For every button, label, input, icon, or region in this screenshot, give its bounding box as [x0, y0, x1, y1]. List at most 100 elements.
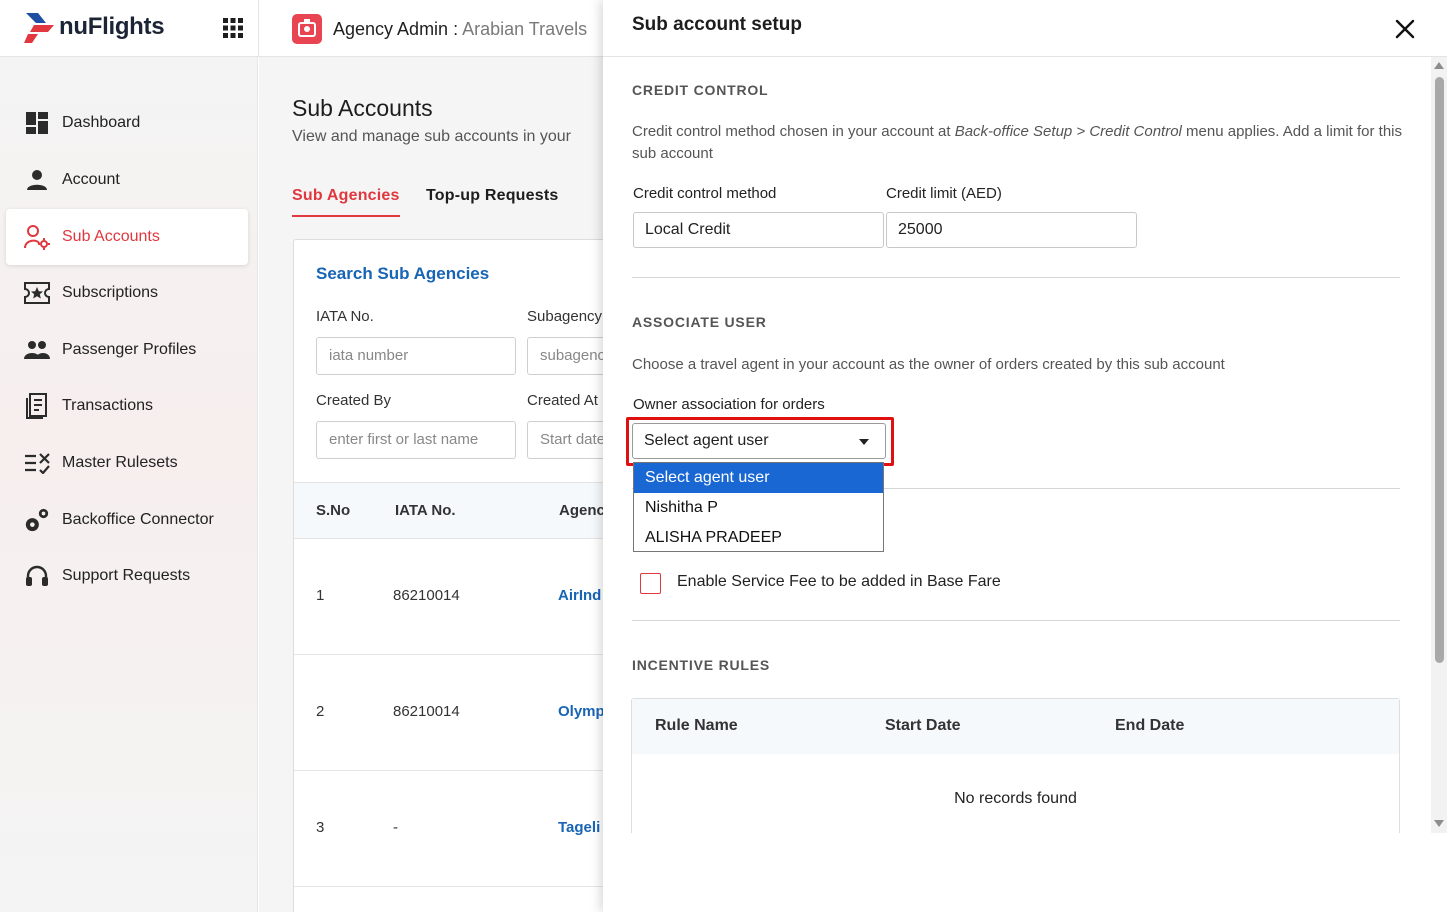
row-iata: - [393, 819, 398, 836]
agency-org-name: Arabian Travels [462, 19, 588, 39]
sidebar-item-label: Support Requests [62, 567, 191, 584]
people-icon [24, 337, 50, 363]
credit-limit-label: Credit limit (AED) [886, 185, 1002, 202]
service-fee-checkbox[interactable] [640, 573, 661, 594]
column-header-end-date: End Date [1115, 717, 1185, 734]
tab-top-up-requests[interactable]: Top-up Requests [426, 187, 558, 205]
sidebar-item-label: Subscriptions [62, 284, 159, 301]
credit-limit-input[interactable]: 25000 [886, 212, 1137, 248]
brand-logo[interactable]: nuFlights [24, 10, 165, 44]
dashboard-icon [24, 110, 50, 136]
sub-account-setup-drawer: Sub account setup CREDIT CONTROL Credit … [603, 0, 1447, 912]
ticket-star-icon [24, 280, 50, 306]
row-sno: 2 [316, 703, 325, 720]
page-title: Sub Accounts [292, 95, 433, 121]
incentive-table-header: Rule Name Start Date End Date [632, 699, 1399, 754]
drawer-scrollbar[interactable] [1431, 57, 1447, 833]
headset-icon [24, 563, 50, 589]
gears-icon [24, 507, 50, 533]
credit-control-section-title: CREDIT CONTROL [632, 82, 769, 98]
table-row: 2 86210014 Olymp [294, 655, 603, 771]
checklist-icon [24, 450, 50, 476]
scrollbar-thumb[interactable] [1435, 77, 1444, 663]
section-divider [632, 620, 1400, 621]
sub-accounts-icon [24, 224, 50, 250]
brand-name: nuFlights [59, 13, 165, 40]
search-card-title: Search Sub Agencies [316, 264, 490, 283]
service-fee-checkbox-label: Enable Service Fee to be added in Base F… [677, 573, 1001, 590]
scroll-down-arrow-icon[interactable] [1434, 820, 1444, 827]
owner-association-label: Owner association for orders [633, 396, 825, 413]
sidebar-item-label: Account [62, 171, 120, 188]
created-at-label: Created At [527, 392, 598, 409]
subagency-input[interactable]: subagenc [527, 337, 603, 375]
row-agency-link[interactable]: Olymp [558, 703, 603, 720]
header-divider [258, 0, 259, 57]
table-row: 1 86210014 AirInd [294, 539, 603, 655]
created-by-input[interactable]: enter first or last name [316, 421, 516, 459]
agent-user-select[interactable]: Select agent user [632, 423, 886, 459]
sidebar-item-backoffice-connector[interactable]: Backoffice Connector [6, 492, 248, 548]
agent-user-select-value: Select agent user [644, 432, 769, 449]
agency-admin-label: Agency Admin [333, 19, 449, 39]
sidebar-item-transactions[interactable]: Transactions [6, 378, 248, 434]
credit-method-field[interactable]: Local Credit [633, 212, 884, 248]
sidebar-item-passenger-profiles[interactable]: Passenger Profiles [6, 322, 248, 378]
iata-label: IATA No. [316, 308, 374, 325]
tab-sub-agencies[interactable]: Sub Agencies [292, 187, 400, 217]
sidebar-item-label: Transactions [62, 397, 153, 414]
column-header-rule-name: Rule Name [655, 717, 738, 734]
sidebar-item-subscriptions[interactable]: Subscriptions [6, 265, 248, 321]
sidebar-item-sub-accounts[interactable]: Sub Accounts [6, 209, 248, 265]
row-iata: 86210014 [393, 703, 460, 720]
dropdown-option-alisha-pradeep[interactable]: ALISHA PRADEEP [634, 523, 883, 553]
sidebar-item-label: Master Rulesets [62, 454, 178, 471]
agency-admin-icon [292, 14, 322, 44]
created-at-input[interactable]: Start date [527, 421, 603, 459]
associate-user-section-title: ASSOCIATE USER [632, 314, 767, 330]
column-header-agency: Agenc [559, 502, 603, 519]
person-icon [24, 167, 50, 193]
table-row: 3 - Tageli [294, 771, 603, 887]
credit-method-label: Credit control method [633, 185, 777, 202]
column-header-sno: S.No [316, 502, 351, 519]
row-agency-link[interactable]: AirInd [558, 587, 601, 604]
iata-input[interactable]: iata number [316, 337, 516, 375]
incentive-rules-section-title: INCENTIVE RULES [632, 657, 771, 673]
sidebar-item-dashboard[interactable]: Dashboard [6, 95, 248, 151]
sidebar-item-label: Dashboard [62, 114, 141, 131]
associate-user-description: Choose a travel agent in your account as… [632, 356, 1225, 373]
drawer-title: Sub account setup [632, 14, 802, 35]
incentive-rules-table: Rule Name Start Date End Date No records… [631, 698, 1400, 833]
drawer-body: CREDIT CONTROL Credit control method cho… [603, 57, 1433, 833]
scroll-up-arrow-icon[interactable] [1434, 62, 1444, 69]
table-header: S.No IATA No. Agenc [294, 482, 603, 539]
sidebar-item-label: Sub Accounts [62, 228, 160, 245]
dropdown-option-nishitha-p[interactable]: Nishitha P [634, 493, 883, 523]
dropdown-option-select-agent-user[interactable]: Select agent user [634, 463, 883, 493]
sidebar-item-master-rulesets[interactable]: Master Rulesets [6, 435, 248, 491]
credit-desc-path: Back-office Setup > Credit Control [954, 123, 1182, 140]
close-icon[interactable] [1393, 17, 1417, 41]
created-by-label: Created By [316, 392, 392, 409]
agency-admin-title: Agency Admin : Arabian Travels [333, 19, 587, 40]
receipt-icon [24, 393, 50, 419]
nuflights-logo-icon [24, 13, 54, 43]
agent-user-dropdown: Select agent user Nishitha P ALISHA PRAD… [633, 462, 884, 552]
row-agency-link[interactable]: Tageli [558, 819, 600, 836]
column-header-start-date: Start Date [885, 717, 961, 734]
credit-desc-prefix: Credit control method chosen in your acc… [632, 123, 955, 140]
row-iata: 86210014 [393, 587, 460, 604]
apps-grid-icon[interactable] [223, 18, 243, 38]
sidebar-item-account[interactable]: Account [6, 152, 248, 208]
credit-control-description: Credit control method chosen in your acc… [632, 121, 1402, 165]
sidebar-item-label: Backoffice Connector [62, 511, 214, 528]
sidebar: Dashboard Account Sub Accounts Subscript… [0, 57, 258, 912]
column-header-iata: IATA No. [395, 502, 456, 519]
section-divider [632, 277, 1400, 278]
row-sno: 1 [316, 587, 325, 604]
main-content: Sub Accounts View and manage sub account… [259, 57, 603, 912]
search-card: Search Sub Agencies IATA No. iata number… [293, 239, 603, 912]
sidebar-item-support-requests[interactable]: Support Requests [6, 548, 248, 604]
agency-title-separator: : [448, 19, 463, 39]
